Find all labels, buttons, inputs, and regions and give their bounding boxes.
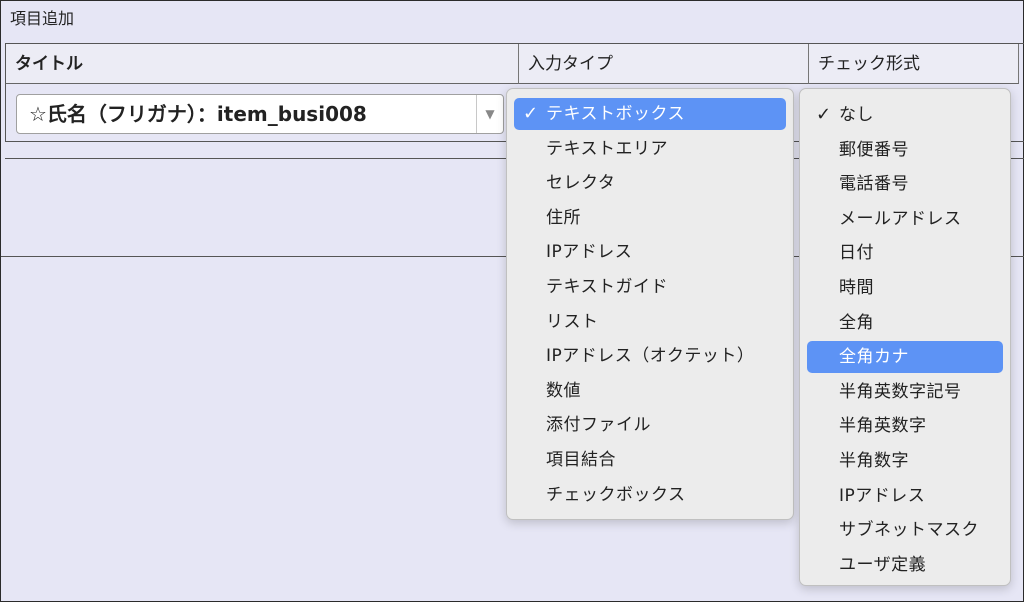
checkmark-icon: ✓: [816, 104, 832, 125]
check-format-option-label: 電話番号: [839, 174, 909, 195]
check-format-option[interactable]: 半角数字: [807, 445, 1003, 477]
input-type-option-label: リスト: [546, 311, 599, 332]
check-format-option[interactable]: 電話番号: [807, 168, 1003, 200]
check-format-option[interactable]: 時間: [807, 272, 1003, 304]
input-type-option[interactable]: チェックボックス: [514, 479, 786, 511]
check-format-option-label: IPアドレス: [839, 485, 926, 506]
check-format-option-label: ユーザ定義: [839, 554, 927, 575]
check-format-option[interactable]: 半角英数字記号: [807, 376, 1003, 408]
check-format-option[interactable]: ユーザ定義: [807, 549, 1003, 581]
input-type-option[interactable]: IPアドレス（オクテット）: [514, 340, 786, 372]
check-format-option-label: 半角数字: [839, 451, 909, 471]
input-type-option[interactable]: テキストガイド: [514, 271, 786, 303]
check-format-option[interactable]: ✓ なし: [807, 99, 1003, 131]
check-format-option-label: 日付: [839, 243, 874, 264]
input-type-option-label: IPアドレス: [546, 242, 633, 263]
check-format-option-label: 郵便番号: [839, 139, 909, 160]
input-type-option-label: セレクタ: [546, 173, 616, 194]
check-format-option[interactable]: サブネットマスク: [807, 514, 1003, 546]
check-format-option-label: サブネットマスク: [839, 520, 979, 541]
check-format-option-label: 時間: [839, 278, 874, 298]
input-type-option-label: 住所: [546, 207, 581, 228]
header-check-format: チェック形式: [809, 44, 1019, 84]
input-type-option[interactable]: 添付ファイル: [514, 409, 786, 441]
check-format-option[interactable]: 半角英数字: [807, 410, 1003, 442]
input-type-option-label: チェックボックス: [546, 484, 686, 505]
check-format-option-label: メールアドレス: [839, 208, 962, 229]
input-type-option-label: テキストエリア: [546, 138, 668, 159]
check-format-option-label: 半角英数字記号: [839, 381, 962, 402]
input-type-option[interactable]: 住所: [514, 202, 786, 234]
input-type-dropdown-menu: ✓ テキストボックス テキストエリア セレクタ住所 IPアドレステキストガイド リスト IP…: [506, 88, 794, 520]
input-type-option[interactable]: セレクタ: [514, 167, 786, 199]
check-format-option[interactable]: 日付: [807, 237, 1003, 269]
check-format-option-label: 半角英数字: [839, 416, 927, 437]
check-format-dropdown-menu: ✓ なし郵便番号電話番号メールアドレス 日付時間全角全角カナ半角英数字記号 半角英数字…: [799, 88, 1011, 586]
check-format-option[interactable]: 全角カナ: [807, 341, 1003, 374]
checkmark-icon: ✓: [523, 103, 539, 124]
input-type-option-label: テキストガイド: [546, 277, 668, 297]
check-format-option-label: 全角: [839, 312, 874, 333]
input-type-option[interactable]: 数値: [514, 375, 786, 407]
check-format-option[interactable]: 全角: [807, 307, 1003, 339]
check-format-option-label: なし: [839, 105, 874, 125]
check-format-option[interactable]: IPアドレス: [807, 480, 1003, 512]
check-format-option[interactable]: 郵便番号: [807, 134, 1003, 166]
chevron-down-icon[interactable]: ▼: [476, 95, 503, 133]
input-type-option[interactable]: IPアドレス: [514, 236, 786, 268]
check-format-option-label: 全角カナ: [839, 347, 909, 368]
input-type-option-label: テキストボックス: [546, 104, 685, 124]
input-type-option-label: IPアドレス（オクテット）: [546, 346, 755, 367]
header-title: タイトル: [5, 44, 519, 84]
title-select-value: ☆氏名（フリガナ）：item_busi008: [29, 102, 367, 126]
input-type-option[interactable]: テキストエリア: [514, 133, 786, 165]
check-format-option[interactable]: メールアドレス: [807, 203, 1003, 235]
input-type-option[interactable]: リスト: [514, 306, 786, 338]
input-type-option-label: 数値: [546, 380, 581, 401]
input-type-option[interactable]: ✓ テキストボックス: [514, 98, 786, 130]
header-input-type: 入力タイプ: [519, 44, 809, 84]
panel-title: 項目追加: [10, 9, 75, 28]
title-select[interactable]: ☆氏名（フリガナ）：item_busi008 ▼: [16, 94, 504, 134]
input-type-option-label: 項目結合: [546, 450, 616, 470]
input-type-option[interactable]: 項目結合: [514, 444, 786, 476]
input-type-option-label: 添付ファイル: [546, 415, 651, 436]
